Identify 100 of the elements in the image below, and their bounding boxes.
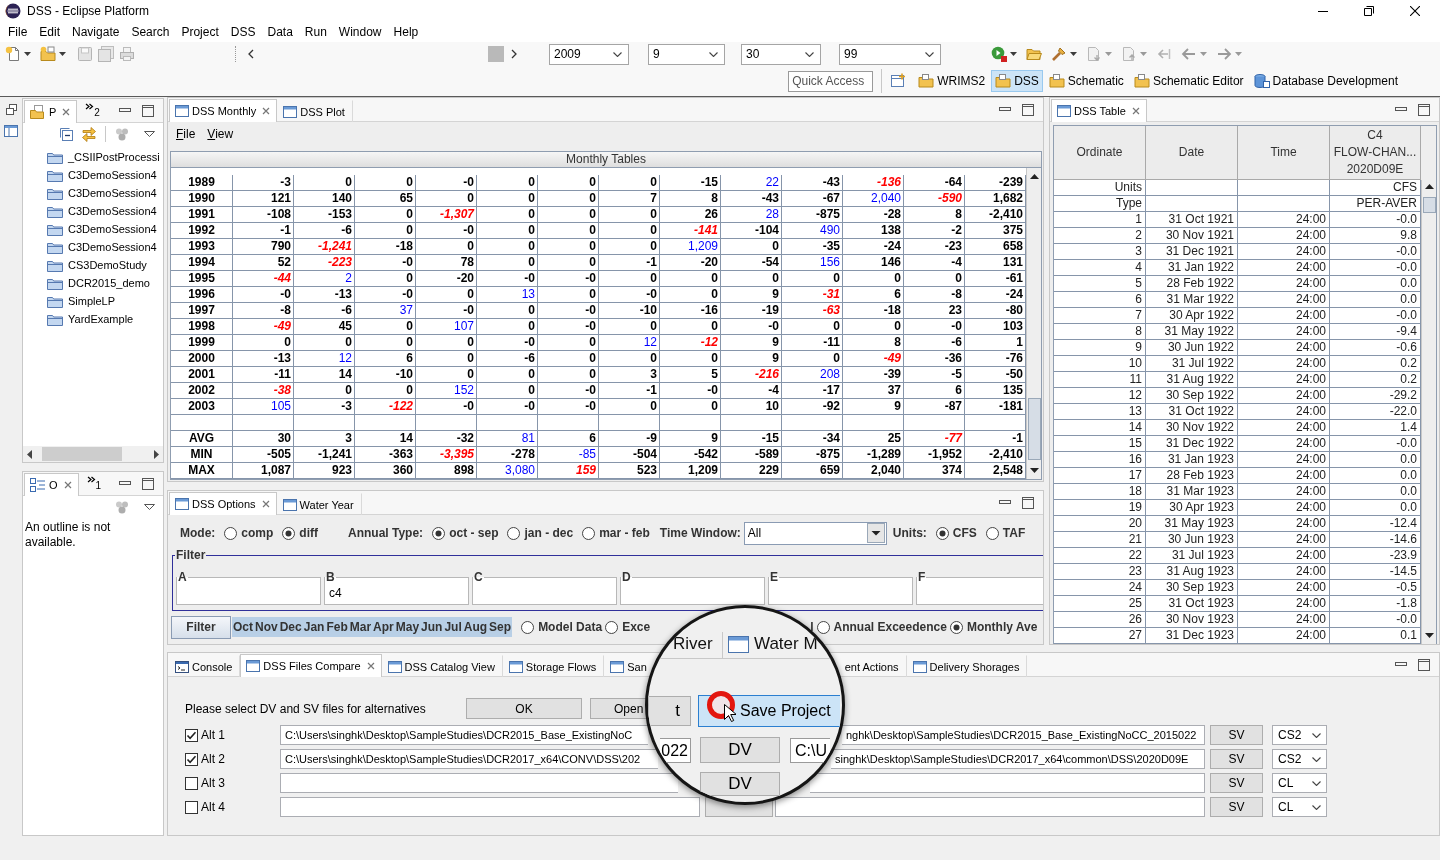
hammer-icon[interactable] bbox=[1051, 46, 1067, 62]
text-field[interactable]: 022 bbox=[660, 738, 691, 763]
caret-icon[interactable] bbox=[59, 52, 66, 56]
filter-button[interactable]: Filter bbox=[171, 615, 231, 639]
radio-button[interactable] bbox=[985, 526, 999, 540]
radio-label[interactable]: TAF bbox=[1002, 526, 1026, 540]
radio-button[interactable] bbox=[605, 620, 619, 634]
path-field[interactable]: C:\Users\singhk\Desktop\SampleStudies\DCR2015_Base_ExistingNoC bbox=[280, 725, 648, 745]
scrollbar-thumb[interactable] bbox=[1422, 197, 1436, 213]
month-item[interactable]: Jul bbox=[443, 617, 463, 637]
menu-item[interactable]: Navigate bbox=[66, 23, 126, 41]
maximize-icon[interactable] bbox=[142, 477, 154, 490]
up-arrow-icon[interactable] bbox=[1424, 184, 1434, 189]
minimize-icon[interactable] bbox=[1395, 107, 1407, 112]
tree-item[interactable]: C3DemoSession4 bbox=[47, 220, 157, 238]
tab[interactable]: Water M bbox=[728, 634, 818, 654]
dropdown[interactable]: 9 bbox=[648, 43, 725, 65]
caret-icon[interactable] bbox=[1010, 52, 1017, 56]
menu-item[interactable]: Window bbox=[332, 23, 388, 41]
sv-button[interactable]: SV bbox=[1210, 773, 1263, 793]
up-arrow-icon[interactable] bbox=[1029, 174, 1039, 179]
tab[interactable]: DSS Table bbox=[1051, 99, 1147, 122]
month-item[interactable]: Sep bbox=[488, 617, 513, 637]
radio-label[interactable]: Model Data bbox=[538, 620, 603, 634]
radio-label[interactable]: mar - feb bbox=[599, 526, 650, 540]
maximize-icon[interactable] bbox=[142, 104, 154, 117]
maximize-icon[interactable] bbox=[1418, 658, 1430, 671]
path-field[interactable] bbox=[775, 797, 1205, 817]
scrollbar-thumb[interactable] bbox=[1027, 398, 1041, 460]
month-item[interactable]: Mar bbox=[348, 617, 373, 637]
menu-item[interactable]: File bbox=[2, 23, 34, 41]
tab[interactable]: DSS Files Compare bbox=[240, 654, 382, 677]
path-field[interactable] bbox=[810, 773, 1205, 793]
month-item[interactable]: Feb bbox=[325, 617, 349, 637]
radio-button[interactable] bbox=[935, 526, 949, 540]
minimize-icon[interactable] bbox=[119, 481, 131, 486]
checkbox[interactable] bbox=[185, 752, 198, 766]
double-chevron-icon[interactable] bbox=[86, 476, 96, 483]
menu-item[interactable]: File bbox=[176, 127, 196, 141]
dropdown[interactable]: All bbox=[743, 521, 887, 545]
vertical-scrollbar[interactable] bbox=[1421, 180, 1436, 644]
collapse-icon[interactable] bbox=[59, 127, 73, 141]
text-field[interactable]: D bbox=[620, 570, 765, 605]
down-arrow-icon[interactable] bbox=[1424, 633, 1434, 638]
radio-label[interactable]: Annual Exceedence bbox=[833, 620, 947, 634]
caret-icon[interactable] bbox=[1070, 52, 1077, 56]
tree-item[interactable]: C3DemoSession4 bbox=[47, 184, 157, 202]
tab[interactable]: River bbox=[673, 634, 713, 654]
text-field[interactable]: A bbox=[176, 570, 321, 605]
open-perspective-icon[interactable] bbox=[890, 73, 907, 89]
tree-item[interactable]: _CSIIPostProcessi bbox=[47, 148, 160, 166]
chevron-right-icon[interactable] bbox=[511, 49, 517, 59]
dropdown[interactable]: CS2 bbox=[1272, 749, 1327, 769]
radio-label[interactable]: jan - dec bbox=[524, 526, 574, 540]
text-field[interactable]: C:\U bbox=[790, 738, 830, 763]
tree-item[interactable]: YardExample bbox=[47, 310, 134, 328]
month-item[interactable]: Oct bbox=[232, 617, 254, 637]
month-item[interactable]: May bbox=[394, 617, 421, 637]
radio-label[interactable]: Exce bbox=[622, 620, 651, 634]
path-field[interactable]: nghk\Desktop\SampleStudies\DCR2015_Base_ExistingNoCC_2015022 bbox=[842, 725, 1205, 745]
checkbox-label[interactable]: Alt 4 bbox=[201, 800, 225, 814]
menu-triangle-icon[interactable] bbox=[144, 504, 155, 510]
radio-button[interactable] bbox=[282, 526, 296, 540]
menu-item[interactable]: Run bbox=[298, 23, 333, 41]
left-arrow-icon[interactable] bbox=[27, 449, 32, 459]
run-icon[interactable] bbox=[991, 46, 1007, 62]
path-field[interactable]: singhk\Desktop\SampleStudies\DCR2017_x64\common\DSS\2020D09E bbox=[831, 749, 1205, 769]
dropdown[interactable]: 30 bbox=[741, 43, 821, 65]
dropdown[interactable]: 2009 bbox=[549, 43, 629, 65]
tree-item[interactable]: C3DemoSession4 bbox=[47, 166, 157, 184]
checkbox[interactable] bbox=[185, 800, 198, 814]
path-field[interactable]: C:\Users\singhk\Desktop\SampleStudies\DCR2017_x64\CONV\DSS\202 bbox=[280, 749, 658, 769]
close-icon[interactable] bbox=[1410, 6, 1420, 16]
radio-button[interactable] bbox=[224, 526, 238, 540]
radio-label[interactable]: comp bbox=[241, 526, 274, 540]
text-field[interactable]: F bbox=[916, 570, 1043, 605]
column-header[interactable]: Time bbox=[1238, 126, 1330, 180]
caret-icon[interactable] bbox=[24, 52, 31, 56]
tree-item[interactable]: C3DemoSession4 bbox=[47, 238, 157, 256]
checkbox-label[interactable]: Alt 3 bbox=[201, 776, 225, 790]
month-item[interactable]: Jun bbox=[420, 617, 444, 637]
tab[interactable]: O bbox=[24, 473, 79, 496]
column-header[interactable]: C4 FLOW-CHAN... 2020D09E bbox=[1330, 126, 1421, 180]
folder-icon[interactable] bbox=[1026, 46, 1042, 62]
checkbox[interactable] bbox=[185, 776, 198, 790]
month-item[interactable]: Aug bbox=[462, 617, 489, 637]
radio-button[interactable] bbox=[582, 526, 596, 540]
tab[interactable]: San bbox=[604, 655, 647, 677]
window-pane-icon[interactable] bbox=[4, 125, 18, 137]
checkbox-label[interactable]: Alt 1 bbox=[201, 728, 225, 742]
tree-item[interactable]: CS3DemoStudy bbox=[47, 256, 147, 274]
overflow-count[interactable]: 1 bbox=[95, 481, 102, 491]
tab[interactable]: DSS Monthly bbox=[169, 99, 278, 122]
text-field[interactable]: E bbox=[768, 570, 913, 605]
path-field[interactable] bbox=[280, 773, 678, 793]
back-arrow-icon[interactable] bbox=[1181, 46, 1197, 62]
minimize-icon[interactable] bbox=[1395, 662, 1407, 667]
radio-label[interactable]: Monthly Ave bbox=[966, 620, 1038, 634]
dropdown[interactable]: CS2 bbox=[1272, 725, 1327, 745]
checkbox-label[interactable]: Alt 2 bbox=[201, 752, 225, 766]
